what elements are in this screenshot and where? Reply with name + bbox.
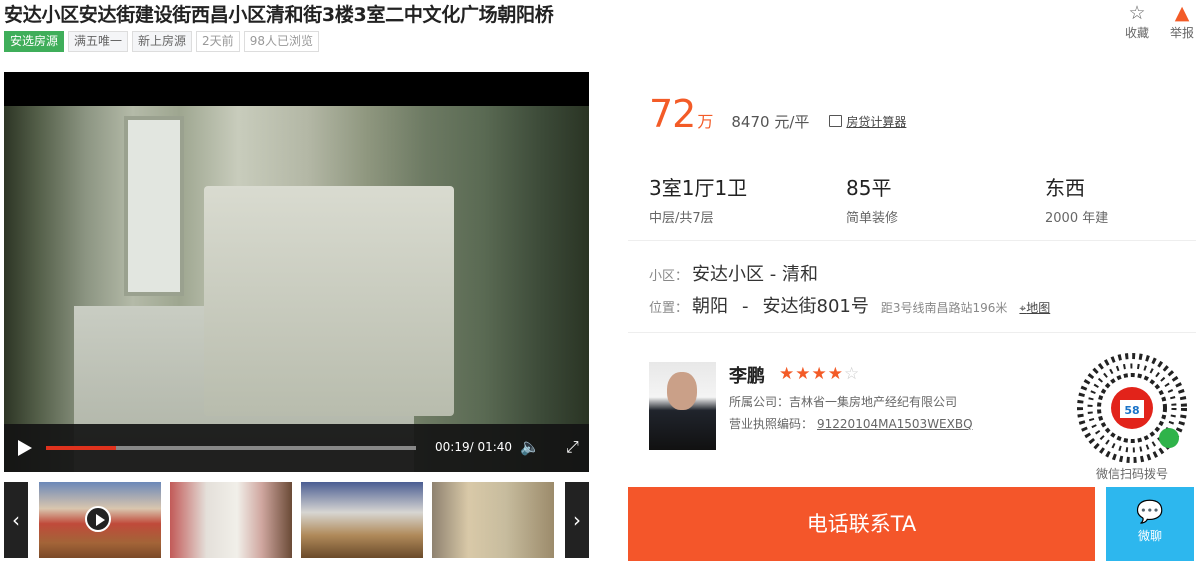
video-total-time: 01:40 bbox=[477, 440, 513, 454]
tag-manwu: 满五唯一 bbox=[68, 31, 129, 52]
spec-layout: 3室1厅1卫 中层/共7层 bbox=[649, 172, 747, 226]
price-block: 72 万 8470 元/平 房贷计算器 bbox=[649, 92, 906, 136]
page-title: 安达小区安达街建设街西昌小区清和街3楼3室二中文化广场朝阳桥 bbox=[4, 4, 554, 26]
calculator-icon bbox=[829, 115, 843, 127]
star-filled-icon: ★ bbox=[779, 364, 796, 384]
wechat-qr-code: 58 bbox=[1076, 352, 1188, 464]
company-label: 所属公司： bbox=[729, 395, 790, 409]
favorite-button[interactable]: ☆ 收藏 bbox=[1120, 2, 1154, 41]
alarm-icon: ▲ bbox=[1174, 2, 1190, 24]
mortgage-calculator-link[interactable]: 房贷计算器 bbox=[829, 113, 906, 130]
star-filled-icon: ★ bbox=[811, 364, 828, 384]
community-label: 小区： bbox=[649, 269, 689, 284]
price-unit: 万 bbox=[697, 112, 714, 131]
thumbnail-photo[interactable] bbox=[301, 482, 423, 558]
video-controls: 00:19/ 01:40 🔈 ⤢ bbox=[4, 424, 589, 472]
video-current-time: 00:19/ bbox=[435, 440, 474, 454]
map-label: 地图 bbox=[1026, 301, 1051, 315]
play-icon[interactable] bbox=[18, 440, 32, 456]
video-player[interactable]: 00:19/ 01:40 🔈 ⤢ bbox=[4, 72, 589, 472]
qr-label: 微信扫码拨号 bbox=[1096, 467, 1169, 481]
volume-icon[interactable]: 🔈 bbox=[520, 437, 540, 456]
agent-avatar[interactable] bbox=[649, 362, 716, 450]
location-separator: - bbox=[742, 296, 749, 317]
svg-text:58: 58 bbox=[1124, 404, 1139, 417]
tag-time: 2天前 bbox=[196, 31, 240, 52]
star-empty-icon: ☆ bbox=[844, 364, 861, 384]
license-label: 营业执照编码： bbox=[729, 417, 814, 431]
spec-value: 东西 bbox=[1045, 176, 1085, 200]
thumbnail-photo[interactable] bbox=[170, 482, 292, 558]
wechat-chat-button[interactable]: 💬 微聊 bbox=[1106, 487, 1194, 561]
video-time: 00:19/ 01:40 bbox=[435, 440, 512, 454]
spec-area: 85平 简单装修 bbox=[846, 172, 898, 226]
agent-license: 营业执照编码： 91220104MA1503WEXBQ bbox=[729, 415, 973, 432]
tag-views: 98人已浏览 bbox=[243, 31, 319, 52]
spec-value: 3室1厅1卫 bbox=[649, 176, 748, 200]
tag-new: 新上房源 bbox=[132, 31, 193, 52]
video-frame bbox=[4, 106, 589, 472]
tag-list: 安选房源 满五唯一 新上房源 2天前 98人已浏览 bbox=[4, 31, 319, 52]
thumb-next-button[interactable]: › bbox=[565, 482, 589, 558]
report-button[interactable]: ▲ 举报 bbox=[1165, 2, 1196, 41]
divider bbox=[628, 332, 1196, 333]
location-label: 位置： bbox=[649, 301, 689, 316]
wechat-chat-label: 微聊 bbox=[1137, 529, 1162, 543]
spec-orientation: 东西 2000 年建 bbox=[1045, 172, 1108, 226]
call-button[interactable]: 电话联系TA bbox=[628, 487, 1095, 561]
thumbnail-strip: ‹ › bbox=[4, 482, 589, 558]
chevron-left-icon: ‹ bbox=[12, 508, 20, 532]
spec-value: 85平 bbox=[846, 176, 892, 200]
spec-label: 2000 年建 bbox=[1045, 211, 1109, 226]
company-name: 吉林省一集房地产经纪有限公司 bbox=[789, 395, 958, 409]
spec-label: 中层/共7层 bbox=[649, 211, 714, 226]
location-district[interactable]: 朝阳 bbox=[692, 292, 728, 318]
community-value[interactable]: 安达小区 - 清和 bbox=[692, 260, 818, 286]
chevron-right-icon: › bbox=[573, 508, 581, 532]
star-filled-icon: ★ bbox=[827, 364, 844, 384]
community-row: 小区： 安达小区 - 清和 bbox=[649, 260, 818, 286]
agent-name: 李鹏 bbox=[729, 366, 765, 387]
agent-rating: ★★★★☆ bbox=[779, 364, 860, 384]
location-row: 位置： 朝阳 - 安达街801号 距3号线南昌路站196米 ⌖地图 bbox=[649, 292, 1050, 318]
thumbnail-video[interactable] bbox=[39, 482, 161, 558]
map-link[interactable]: ⌖地图 bbox=[1019, 299, 1050, 316]
divider bbox=[628, 240, 1196, 241]
star-filled-icon: ★ bbox=[795, 364, 812, 384]
favorite-label: 收藏 bbox=[1124, 26, 1149, 40]
mortgage-calculator-label: 房贷计算器 bbox=[846, 114, 907, 129]
play-circle-icon bbox=[85, 506, 111, 532]
tag-anxuan: 安选房源 bbox=[4, 31, 65, 52]
price-amount: 72 bbox=[649, 92, 696, 136]
location-street[interactable]: 安达街801号 bbox=[763, 292, 869, 318]
thumbnail-photo[interactable] bbox=[432, 482, 554, 558]
video-progress-fill bbox=[46, 446, 117, 450]
chat-bubble-icon: 💬 bbox=[1136, 500, 1164, 525]
unit-price: 8470 元/平 bbox=[731, 113, 810, 131]
agent-company: 所属公司：吉林省一集房地产经纪有限公司 bbox=[729, 393, 957, 410]
thumb-prev-button[interactable]: ‹ bbox=[4, 482, 28, 558]
spec-label: 简单装修 bbox=[846, 211, 899, 226]
video-progress-bar[interactable] bbox=[46, 446, 416, 450]
star-outline-icon: ☆ bbox=[1128, 2, 1146, 24]
license-number[interactable]: 91220104MA1503WEXBQ bbox=[817, 417, 973, 431]
metro-distance: 距3号线南昌路站196米 bbox=[880, 301, 1008, 315]
report-label: 举报 bbox=[1169, 26, 1194, 40]
fullscreen-icon[interactable]: ⤢ bbox=[566, 437, 579, 457]
